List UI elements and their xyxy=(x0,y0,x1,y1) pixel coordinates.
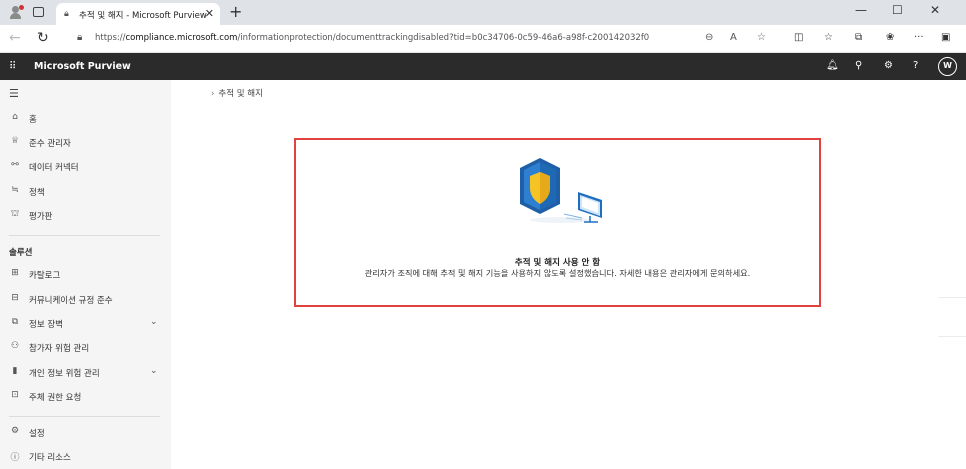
connections-icon[interactable]: ⚲ xyxy=(855,60,862,71)
chat-icon: ⊟ xyxy=(11,293,19,303)
app-brand[interactable]: Microsoft Purview xyxy=(34,61,131,72)
sidebar-toggle-icon[interactable]: ▣ xyxy=(941,32,950,43)
new-tab-icon[interactable]: + xyxy=(229,2,242,21)
extensions-icon[interactable]: ❀ xyxy=(886,32,894,43)
close-window-icon[interactable]: ✕ xyxy=(930,3,940,17)
split-screen-icon[interactable]: ◫ xyxy=(794,32,803,43)
app-launcher-icon[interactable]: ⠿ xyxy=(9,61,16,72)
barrier-icon: ⧉ xyxy=(11,317,19,327)
catalog-icon: ⊞ xyxy=(11,268,19,278)
read-aloud-icon[interactable]: A xyxy=(730,32,737,43)
home-icon: ⌂ xyxy=(12,112,18,122)
divider xyxy=(938,336,966,337)
trial-icon: ⛫ xyxy=(10,209,20,219)
nav-item-compliance-manager[interactable]: ♕ 준수 관리자 xyxy=(0,132,171,154)
collections-icon[interactable]: ⧉ xyxy=(855,32,862,43)
breadcrumb: › 추적 및 해지 xyxy=(211,87,263,99)
notifications-icon[interactable]: 🔔︎ xyxy=(826,60,839,71)
favorite-star-icon[interactable]: ☆ xyxy=(757,32,766,43)
profile-icon[interactable] xyxy=(9,5,24,19)
nav-item-trials[interactable]: ⛫ 평가판 xyxy=(0,205,171,227)
minimize-icon[interactable]: — xyxy=(855,3,867,17)
maximize-icon[interactable]: ☐ xyxy=(892,3,903,17)
left-nav: ☰ ⌂ 홈 ♕ 준수 관리자 ⚯ 데이터 커넥터 ≒ 정책 ⛫ 평가판 솔루션 … xyxy=(0,80,171,469)
more-menu-icon[interactable]: ··· xyxy=(914,32,924,43)
nav-item-catalog[interactable]: ⊞ 카탈로그 xyxy=(0,264,171,286)
nav-item-communication-compliance[interactable]: ⊟ 커뮤니케이션 규정 준수 xyxy=(0,289,171,311)
message-body: 관리자가 조직에 대해 추적 및 해지 기능을 사용하지 않도록 설정했습니다.… xyxy=(364,268,751,278)
app-header: ⠿ Microsoft Purview 🔔︎ ⚲ ⚙ ? W xyxy=(0,53,966,80)
people-icon: ⚇ xyxy=(10,341,20,351)
privacy-icon: ▮ xyxy=(12,366,18,376)
nav-item-more-resources[interactable]: ⓘ 기타 리소스 xyxy=(0,446,171,468)
tab-title: 추적 및 해지 - Microsoft Purview xyxy=(79,11,207,21)
nav-item-settings[interactable]: ⚙ 설정 xyxy=(0,422,171,444)
policy-icon: ≒ xyxy=(11,185,19,195)
browser-tabstrip: 🔒︎ 추적 및 해지 - Microsoft Purview ✕ + — ☐ ✕ xyxy=(0,0,966,25)
chevron-down-icon[interactable]: ⌄ xyxy=(150,317,158,327)
settings-icon: ⚙ xyxy=(10,426,20,436)
nav-item-data-connectors[interactable]: ⚯ 데이터 커넥터 xyxy=(0,156,171,178)
url-text: https://compliance.microsoft.com/informa… xyxy=(95,33,650,43)
nav-item-privacy-risk[interactable]: ▮ 개인 정보 위험 관리 ⌄ xyxy=(0,362,171,384)
nav-divider xyxy=(9,416,160,417)
shield-monitor-illustration xyxy=(520,158,602,223)
close-tab-icon[interactable]: ✕ xyxy=(205,7,214,20)
back-icon[interactable]: ← xyxy=(9,30,21,46)
info-icon: ⓘ xyxy=(10,453,20,463)
favorites-icon[interactable]: ☆ xyxy=(824,32,833,43)
url-field[interactable]: 🔒︎ https://compliance.microsoft.com/info… xyxy=(67,29,782,49)
nav-item-home[interactable]: ⌂ 홈 xyxy=(0,108,171,130)
tab-actions-icon[interactable] xyxy=(33,7,44,17)
lock-page-icon: 🔒︎ xyxy=(64,9,69,19)
nav-item-policies[interactable]: ≒ 정책 xyxy=(0,181,171,203)
address-bar-row: ← ↻ 🔒︎ https://compliance.microsoft.com/… xyxy=(0,25,966,53)
divider xyxy=(938,297,966,298)
solutions-header: 솔루션 xyxy=(9,248,33,258)
hamburger-menu-icon[interactable]: ☰ xyxy=(9,87,19,100)
trophy-icon: ♕ xyxy=(10,136,20,146)
refresh-icon[interactable]: ↻ xyxy=(37,30,49,46)
avatar[interactable]: W xyxy=(938,57,957,76)
nav-item-subject-rights[interactable]: ⊡ 주체 권한 요청 xyxy=(0,386,171,408)
browser-tab[interactable]: 🔒︎ 추적 및 해지 - Microsoft Purview ✕ xyxy=(56,3,220,25)
help-icon[interactable]: ? xyxy=(913,60,918,71)
disabled-message-panel: 추적 및 해지 사용 안 함 관리자가 조직에 대해 추적 및 해지 기능을 사… xyxy=(294,138,821,307)
zoom-icon[interactable]: ⊖ xyxy=(705,32,713,43)
lock-icon[interactable]: 🔒︎ xyxy=(77,32,82,43)
nav-item-insider-risk[interactable]: ⚇ 참가자 위험 관리 xyxy=(0,337,171,359)
settings-gear-icon[interactable]: ⚙ xyxy=(884,60,893,71)
request-icon: ⊡ xyxy=(11,390,19,400)
breadcrumb-item[interactable]: 추적 및 해지 xyxy=(218,89,263,99)
connector-icon: ⚯ xyxy=(11,160,19,170)
chevron-down-icon[interactable]: ⌄ xyxy=(150,366,158,376)
nav-item-information-barriers[interactable]: ⧉ 정보 장벽 ⌄ xyxy=(0,313,171,335)
chevron-right-icon: › xyxy=(211,89,215,99)
nav-divider xyxy=(9,235,160,236)
